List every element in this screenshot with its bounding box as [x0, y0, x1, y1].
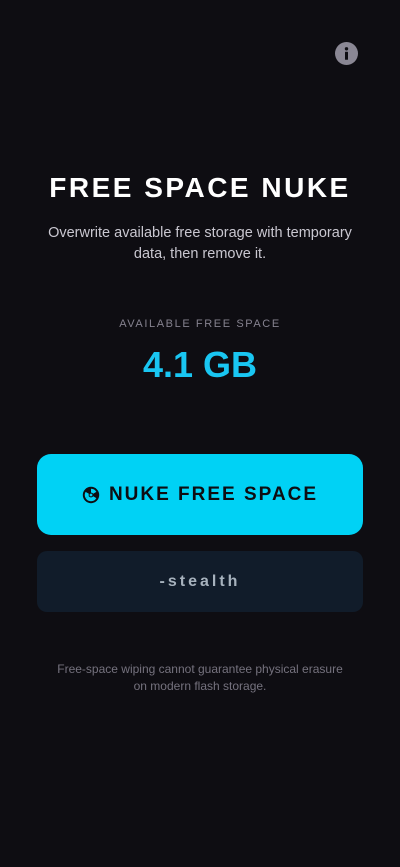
available-space-label: AVAILABLE FREE SPACE [119, 318, 281, 330]
page-title: FREE SPACE NUKE [49, 172, 351, 203]
nuke-free-space-button[interactable]: NUKE FREE SPACE [37, 454, 363, 535]
stealth-button[interactable]: -stealth [37, 551, 363, 612]
page-subtitle: Overwrite available free storage with te… [48, 225, 352, 262]
nuke-button-label: NUKE FREE SPACE [108, 483, 319, 505]
available-space-value: 4.1 GB [142, 344, 258, 385]
info-icon [335, 42, 358, 65]
radiation-icon [82, 486, 100, 504]
stealth-button-label: -stealth [159, 572, 241, 590]
info-button[interactable] [335, 42, 358, 65]
disclaimer-text: Free-space wiping cannot guarantee physi… [57, 662, 343, 693]
